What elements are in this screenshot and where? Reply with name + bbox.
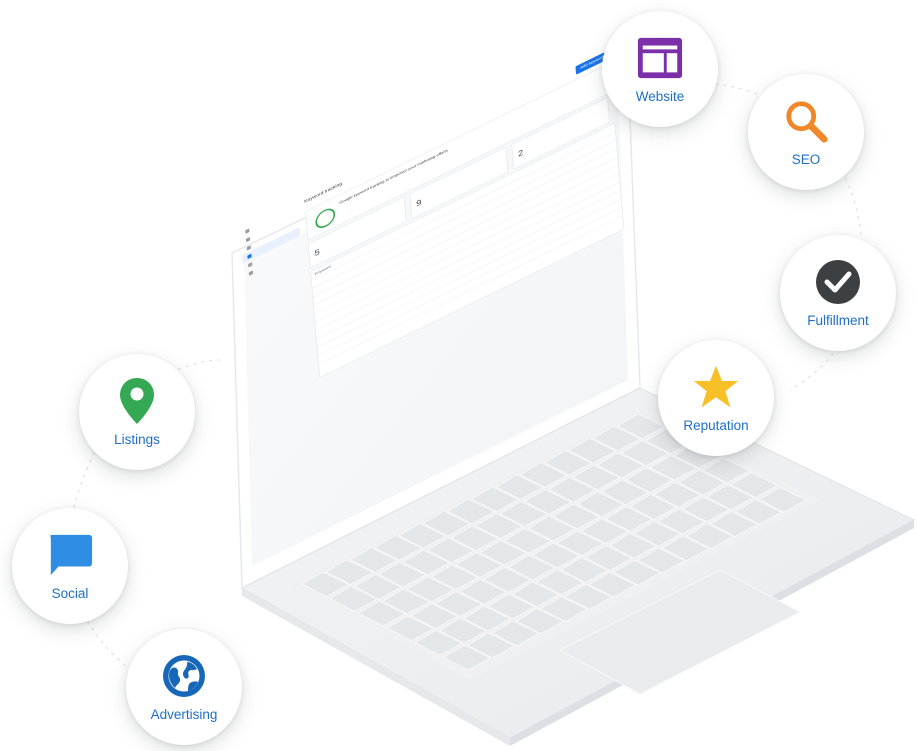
stat-value: 5	[314, 247, 321, 259]
star-icon	[693, 364, 739, 410]
fulfillment-bubble[interactable]: Fulfillment	[780, 235, 896, 351]
website-bubble[interactable]: Website	[602, 11, 718, 127]
seo-label: SEO	[791, 151, 821, 167]
checkmark-icon	[815, 259, 861, 305]
globe-icon	[161, 653, 207, 699]
map-pin-icon	[114, 377, 160, 424]
illustration-stage: Keyword tracking Add keywords Google key…	[0, 0, 917, 751]
website-icon	[637, 35, 683, 81]
listings-bubble[interactable]: Listings	[79, 354, 195, 470]
listings-label: Listings	[114, 431, 160, 447]
advertising-label: Advertising	[150, 706, 218, 722]
search-icon	[783, 98, 829, 144]
social-label: Social	[51, 585, 89, 601]
website-label: Website	[635, 88, 685, 104]
fulfillment-label: Fulfillment	[807, 312, 869, 328]
reputation-bubble[interactable]: Reputation	[658, 340, 774, 456]
google-logo-icon	[314, 205, 336, 232]
stat-value: 9	[416, 197, 422, 209]
chat-bubble-icon	[47, 532, 93, 578]
reputation-label: Reputation	[683, 417, 749, 433]
social-bubble[interactable]: Social	[12, 508, 128, 624]
seo-bubble[interactable]: SEO	[748, 74, 864, 190]
advertising-bubble[interactable]: Advertising	[126, 629, 242, 745]
stat-value: 2	[517, 148, 524, 160]
